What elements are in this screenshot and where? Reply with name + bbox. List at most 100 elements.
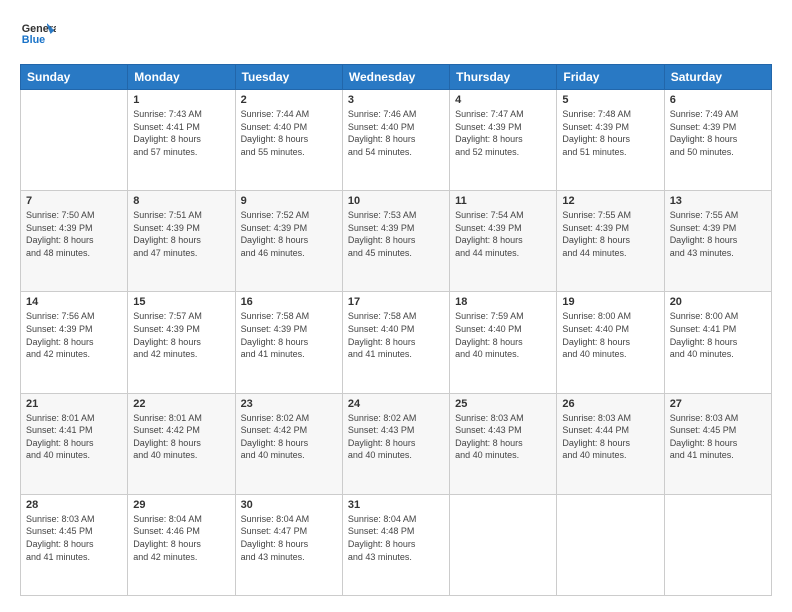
calendar-cell: 2 Sunrise: 7:44 AM Sunset: 4:40 PM Daylig…: [235, 90, 342, 191]
calendar-cell: 17 Sunrise: 7:58 AM Sunset: 4:40 PM Dayli…: [342, 292, 449, 393]
cell-info: Sunrise: 8:00 AM Sunset: 4:40 PM Dayligh…: [562, 310, 658, 360]
header: General Blue: [20, 16, 772, 52]
cell-info: Sunrise: 8:04 AM Sunset: 4:47 PM Dayligh…: [241, 513, 337, 563]
calendar-week-2: 14Sunrise: 7:56 AM Sunset: 4:39 PM Dayli…: [21, 292, 772, 393]
day-number: 15: [133, 296, 229, 308]
day-number: 9: [241, 195, 337, 207]
day-number: 31: [348, 499, 444, 511]
cell-info: Sunrise: 8:01 AM Sunset: 4:42 PM Dayligh…: [133, 412, 229, 462]
day-number: 13: [670, 195, 766, 207]
day-number: 22: [133, 398, 229, 410]
day-number: 10: [348, 195, 444, 207]
calendar-cell: 20 Sunrise: 8:00 AM Sunset: 4:41 PM Dayli…: [664, 292, 771, 393]
calendar-week-3: 21 Sunrise: 8:01 AM Sunset: 4:41 PM Dayli…: [21, 393, 772, 494]
cell-info: Sunrise: 7:58 AM Sunset: 4:40 PM Dayligh…: [348, 310, 444, 360]
cell-info: Sunrise: 7:52 AM Sunset: 4:39 PM Dayligh…: [241, 209, 337, 259]
calendar-table: SundayMondayTuesdayWednesdayThursdayFrid…: [20, 64, 772, 596]
cell-info: Sunrise: 8:04 AM Sunset: 4:46 PM Dayligh…: [133, 513, 229, 563]
calendar-cell: 13 Sunrise: 7:55 AM Sunset: 4:39 PM Dayli…: [664, 191, 771, 292]
day-number: 19: [562, 296, 658, 308]
cell-info: Sunrise: 7:48 AM Sunset: 4:39 PM Dayligh…: [562, 108, 658, 158]
calendar-cell: 5 Sunrise: 7:48 AM Sunset: 4:39 PM Daylig…: [557, 90, 664, 191]
day-number: 4: [455, 94, 551, 106]
weekday-header-saturday: Saturday: [664, 65, 771, 90]
logo-icon: General Blue: [20, 16, 56, 52]
calendar-cell: [557, 494, 664, 595]
day-number: 5: [562, 94, 658, 106]
cell-info: Sunrise: 8:01 AM Sunset: 4:41 PM Dayligh…: [26, 412, 122, 462]
day-number: 11: [455, 195, 551, 207]
day-number: 20: [670, 296, 766, 308]
calendar-cell: 8Sunrise: 7:51 AM Sunset: 4:39 PM Daylig…: [128, 191, 235, 292]
cell-info: Sunrise: 7:57 AM Sunset: 4:39 PM Dayligh…: [133, 310, 229, 360]
day-number: 1: [133, 94, 229, 106]
day-number: 2: [241, 94, 337, 106]
calendar-cell: [664, 494, 771, 595]
weekday-header-wednesday: Wednesday: [342, 65, 449, 90]
calendar-cell: [450, 494, 557, 595]
calendar-cell: 31 Sunrise: 8:04 AM Sunset: 4:48 PM Dayli…: [342, 494, 449, 595]
cell-info: Sunrise: 7:53 AM Sunset: 4:39 PM Dayligh…: [348, 209, 444, 259]
calendar-cell: 21 Sunrise: 8:01 AM Sunset: 4:41 PM Dayli…: [21, 393, 128, 494]
weekday-header-row: SundayMondayTuesdayWednesdayThursdayFrid…: [21, 65, 772, 90]
calendar-cell: 1 Sunrise: 7:43 AM Sunset: 4:41 PM Daylig…: [128, 90, 235, 191]
calendar-cell: 28Sunrise: 8:03 AM Sunset: 4:45 PM Dayli…: [21, 494, 128, 595]
calendar-cell: 11 Sunrise: 7:54 AM Sunset: 4:39 PM Dayli…: [450, 191, 557, 292]
cell-info: Sunrise: 7:55 AM Sunset: 4:39 PM Dayligh…: [562, 209, 658, 259]
cell-info: Sunrise: 7:47 AM Sunset: 4:39 PM Dayligh…: [455, 108, 551, 158]
weekday-header-sunday: Sunday: [21, 65, 128, 90]
calendar-cell: 23Sunrise: 8:02 AM Sunset: 4:42 PM Dayli…: [235, 393, 342, 494]
calendar-cell: 18 Sunrise: 7:59 AM Sunset: 4:40 PM Dayli…: [450, 292, 557, 393]
calendar-week-4: 28Sunrise: 8:03 AM Sunset: 4:45 PM Dayli…: [21, 494, 772, 595]
day-number: 28: [26, 499, 122, 511]
page: General Blue SundayMondayTuesdayWednesda…: [0, 0, 792, 612]
cell-info: Sunrise: 8:03 AM Sunset: 4:44 PM Dayligh…: [562, 412, 658, 462]
cell-info: Sunrise: 7:51 AM Sunset: 4:39 PM Dayligh…: [133, 209, 229, 259]
cell-info: Sunrise: 7:58 AM Sunset: 4:39 PM Dayligh…: [241, 310, 337, 360]
calendar-cell: 25 Sunrise: 8:03 AM Sunset: 4:43 PM Dayli…: [450, 393, 557, 494]
calendar-cell: 4 Sunrise: 7:47 AM Sunset: 4:39 PM Daylig…: [450, 90, 557, 191]
calendar-cell: 24 Sunrise: 8:02 AM Sunset: 4:43 PM Dayli…: [342, 393, 449, 494]
calendar-cell: 12Sunrise: 7:55 AM Sunset: 4:39 PM Dayli…: [557, 191, 664, 292]
calendar-cell: 14Sunrise: 7:56 AM Sunset: 4:39 PM Dayli…: [21, 292, 128, 393]
cell-info: Sunrise: 8:02 AM Sunset: 4:42 PM Dayligh…: [241, 412, 337, 462]
logo: General Blue: [20, 16, 56, 52]
day-number: 3: [348, 94, 444, 106]
weekday-header-friday: Friday: [557, 65, 664, 90]
day-number: 25: [455, 398, 551, 410]
day-number: 6: [670, 94, 766, 106]
calendar-cell: 26 Sunrise: 8:03 AM Sunset: 4:44 PM Dayli…: [557, 393, 664, 494]
weekday-header-tuesday: Tuesday: [235, 65, 342, 90]
cell-info: Sunrise: 8:04 AM Sunset: 4:48 PM Dayligh…: [348, 513, 444, 563]
calendar-cell: 3Sunrise: 7:46 AM Sunset: 4:40 PM Daylig…: [342, 90, 449, 191]
calendar-cell: [21, 90, 128, 191]
day-number: 26: [562, 398, 658, 410]
calendar-cell: 16 Sunrise: 7:58 AM Sunset: 4:39 PM Dayli…: [235, 292, 342, 393]
day-number: 18: [455, 296, 551, 308]
cell-info: Sunrise: 7:54 AM Sunset: 4:39 PM Dayligh…: [455, 209, 551, 259]
day-number: 14: [26, 296, 122, 308]
calendar-cell: 6Sunrise: 7:49 AM Sunset: 4:39 PM Daylig…: [664, 90, 771, 191]
day-number: 24: [348, 398, 444, 410]
cell-info: Sunrise: 8:00 AM Sunset: 4:41 PM Dayligh…: [670, 310, 766, 360]
day-number: 27: [670, 398, 766, 410]
cell-info: Sunrise: 7:44 AM Sunset: 4:40 PM Dayligh…: [241, 108, 337, 158]
day-number: 16: [241, 296, 337, 308]
cell-info: Sunrise: 7:55 AM Sunset: 4:39 PM Dayligh…: [670, 209, 766, 259]
cell-info: Sunrise: 7:43 AM Sunset: 4:41 PM Dayligh…: [133, 108, 229, 158]
day-number: 21: [26, 398, 122, 410]
calendar-cell: 29 Sunrise: 8:04 AM Sunset: 4:46 PM Dayli…: [128, 494, 235, 595]
day-number: 30: [241, 499, 337, 511]
calendar-cell: 7Sunrise: 7:50 AM Sunset: 4:39 PM Daylig…: [21, 191, 128, 292]
calendar-cell: 9 Sunrise: 7:52 AM Sunset: 4:39 PM Daylig…: [235, 191, 342, 292]
cell-info: Sunrise: 8:02 AM Sunset: 4:43 PM Dayligh…: [348, 412, 444, 462]
day-number: 29: [133, 499, 229, 511]
weekday-header-thursday: Thursday: [450, 65, 557, 90]
cell-info: Sunrise: 8:03 AM Sunset: 4:45 PM Dayligh…: [670, 412, 766, 462]
calendar-cell: 19 Sunrise: 8:00 AM Sunset: 4:40 PM Dayli…: [557, 292, 664, 393]
cell-info: Sunrise: 7:59 AM Sunset: 4:40 PM Dayligh…: [455, 310, 551, 360]
calendar-cell: 30 Sunrise: 8:04 AM Sunset: 4:47 PM Dayli…: [235, 494, 342, 595]
day-number: 17: [348, 296, 444, 308]
cell-info: Sunrise: 8:03 AM Sunset: 4:43 PM Dayligh…: [455, 412, 551, 462]
calendar-cell: 22 Sunrise: 8:01 AM Sunset: 4:42 PM Dayli…: [128, 393, 235, 494]
